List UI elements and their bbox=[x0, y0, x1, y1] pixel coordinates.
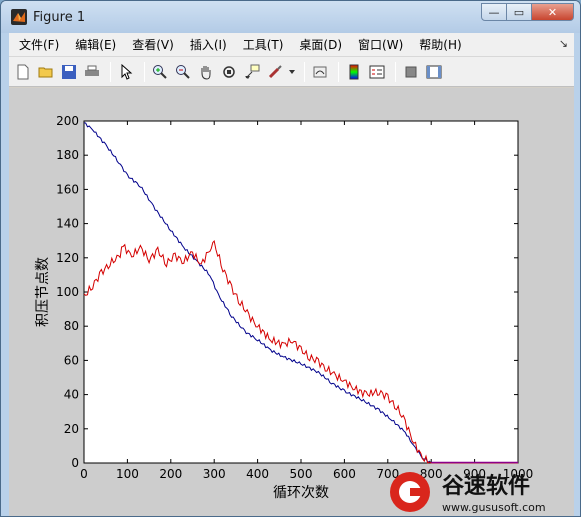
brush-icon[interactable] bbox=[265, 62, 285, 82]
x-tick-label: 200 bbox=[159, 467, 182, 481]
title-bar[interactable]: Figure 1 — ▭ ✕ bbox=[1, 1, 580, 33]
close-button[interactable]: ✕ bbox=[531, 3, 574, 21]
menu-insert[interactable]: 插入(I) bbox=[190, 36, 227, 53]
menu-tools[interactable]: 工具(T) bbox=[243, 36, 284, 53]
show-plot-tools-icon[interactable] bbox=[424, 62, 444, 82]
y-tick-label: 200 bbox=[56, 114, 79, 128]
rotate-3d-icon[interactable] bbox=[219, 62, 239, 82]
menu-file[interactable]: 文件(F) bbox=[19, 36, 59, 53]
dock-arrow-icon[interactable]: ↘ bbox=[559, 37, 568, 50]
toolbar-separator bbox=[110, 61, 111, 82]
watermark-brand: 谷速软件 bbox=[442, 473, 530, 499]
data-cursor-icon[interactable] bbox=[242, 62, 262, 82]
menu-view[interactable]: 查看(V) bbox=[132, 36, 174, 53]
plot-svg: 0 100 200 300 400 500 600 700 800 900 100002040608… bbox=[35, 114, 533, 501]
y-tick-label: 160 bbox=[56, 182, 79, 196]
maximize-button[interactable]: ▭ bbox=[506, 3, 532, 21]
watermark-url: www.gususoft.com bbox=[442, 501, 546, 514]
x-tick-label: 500 bbox=[290, 467, 313, 481]
x-tick-label: 0 bbox=[80, 467, 88, 481]
pointer-icon[interactable] bbox=[116, 62, 136, 82]
figure-canvas: 0 100 200 300 400 500 600 700 800 900 1000 0 20 40 60 8… bbox=[9, 88, 574, 516]
y-tick-label: 100 bbox=[56, 285, 79, 299]
y-tick-label: 40 bbox=[64, 388, 79, 402]
y-tick-label: 60 bbox=[64, 353, 79, 367]
y-tick-label: 120 bbox=[56, 251, 79, 265]
y-tick-label: 180 bbox=[56, 148, 79, 162]
matlab-app-icon bbox=[11, 9, 27, 25]
minimize-button[interactable]: — bbox=[481, 3, 507, 21]
x-tick-label: 300 bbox=[203, 467, 226, 481]
toolbar-separator bbox=[338, 61, 339, 82]
zoom-in-icon[interactable] bbox=[150, 62, 170, 82]
x-tick-label: 600 bbox=[333, 467, 356, 481]
menu-edit[interactable]: 编辑(E) bbox=[75, 36, 116, 53]
toolbar-separator bbox=[304, 61, 305, 82]
menu-desktop[interactable]: 桌面(D) bbox=[299, 36, 342, 53]
print-icon[interactable] bbox=[82, 62, 102, 82]
open-folder-icon[interactable] bbox=[36, 62, 56, 82]
y-tick-label: 0 bbox=[71, 456, 79, 470]
window-title: Figure 1 bbox=[33, 9, 86, 25]
zoom-out-icon[interactable] bbox=[173, 62, 193, 82]
legend-icon[interactable] bbox=[367, 62, 387, 82]
y-tick-label: 20 bbox=[64, 422, 79, 436]
y-axis-label: 积压节点数 bbox=[35, 257, 51, 327]
link-icon[interactable] bbox=[310, 62, 330, 82]
axes-box[interactable] bbox=[83, 120, 519, 464]
colorbar-icon[interactable] bbox=[344, 62, 364, 82]
save-icon[interactable] bbox=[59, 62, 79, 82]
figure-window: Figure 1 — ▭ ✕ 文件(F) 编辑(E) 查看(V) 插入(I) 工… bbox=[0, 0, 581, 517]
pan-hand-icon[interactable] bbox=[196, 62, 216, 82]
x-axis-label: 循环次数 bbox=[273, 485, 329, 501]
new-file-icon[interactable] bbox=[13, 62, 33, 82]
client-area: 文件(F) 编辑(E) 查看(V) 插入(I) 工具(T) 桌面(D) 窗口(W… bbox=[9, 33, 574, 516]
x-tick-label: 100 bbox=[116, 467, 139, 481]
figure-toolbar bbox=[9, 57, 574, 87]
menu-help[interactable]: 帮助(H) bbox=[419, 36, 461, 53]
menu-window[interactable]: 窗口(W) bbox=[358, 36, 403, 53]
menu-bar: 文件(F) 编辑(E) 查看(V) 插入(I) 工具(T) 桌面(D) 窗口(W… bbox=[9, 33, 574, 57]
watermark-logo: 谷速软件 www.gususoft.com bbox=[386, 466, 580, 516]
hide-plot-tools-icon[interactable] bbox=[401, 62, 421, 82]
brush-dropdown-icon[interactable] bbox=[288, 62, 296, 82]
toolbar-separator bbox=[144, 61, 145, 82]
y-tick-label: 140 bbox=[56, 217, 79, 231]
x-tick-label: 400 bbox=[246, 467, 269, 481]
toolbar-separator bbox=[395, 61, 396, 82]
y-tick-label: 80 bbox=[64, 319, 79, 333]
